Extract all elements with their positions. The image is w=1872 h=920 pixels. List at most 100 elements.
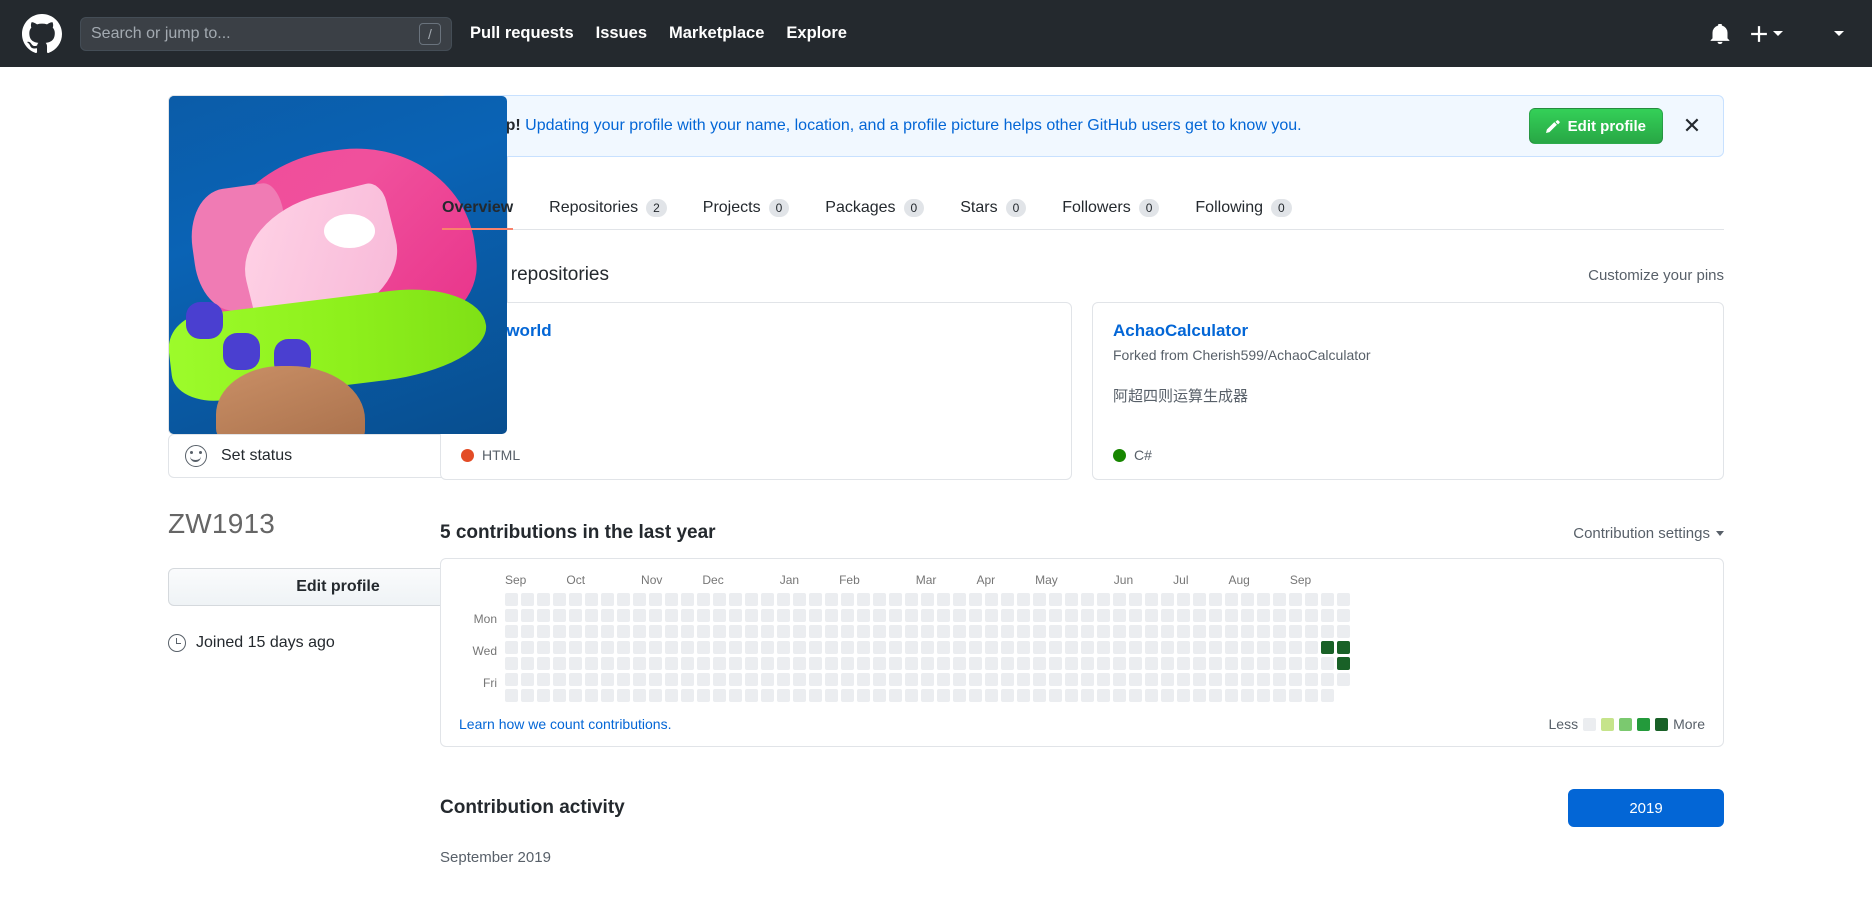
contribution-cell[interactable] <box>1033 625 1046 639</box>
contribution-cell[interactable] <box>953 689 966 703</box>
contribution-cell[interactable] <box>505 641 518 655</box>
contribution-cell[interactable] <box>1017 673 1030 687</box>
contribution-cell[interactable] <box>777 609 790 623</box>
contribution-cell[interactable] <box>985 673 998 687</box>
contribution-cell[interactable] <box>1177 673 1190 687</box>
contribution-cell[interactable] <box>681 593 694 607</box>
contribution-cell[interactable] <box>1097 673 1110 687</box>
contribution-cell[interactable] <box>953 657 966 671</box>
contribution-cell[interactable] <box>1177 641 1190 655</box>
contribution-cell[interactable] <box>617 689 630 703</box>
contribution-cell[interactable] <box>601 641 614 655</box>
contribution-cell[interactable] <box>985 641 998 655</box>
contribution-cell[interactable] <box>617 673 630 687</box>
contribution-cell[interactable] <box>1017 609 1030 623</box>
contribution-cell[interactable] <box>1113 657 1126 671</box>
contribution-cell[interactable] <box>1289 673 1302 687</box>
contribution-cell[interactable] <box>681 641 694 655</box>
contribution-cell[interactable] <box>809 689 822 703</box>
contribution-cell[interactable] <box>1209 673 1222 687</box>
contribution-cell[interactable] <box>921 625 934 639</box>
contribution-cell[interactable] <box>889 625 902 639</box>
contribution-cell[interactable] <box>1273 593 1286 607</box>
contribution-cell[interactable] <box>889 593 902 607</box>
contribution-cell[interactable] <box>665 689 678 703</box>
contribution-cell[interactable] <box>1241 593 1254 607</box>
contribution-cell[interactable] <box>1145 673 1158 687</box>
contribution-cell[interactable] <box>1305 689 1318 703</box>
contribution-cell[interactable] <box>697 593 710 607</box>
contribution-cell[interactable] <box>857 673 870 687</box>
close-icon[interactable]: ✕ <box>1679 113 1705 139</box>
contribution-cell[interactable] <box>1209 689 1222 703</box>
contribution-cell[interactable] <box>665 673 678 687</box>
contribution-cell[interactable] <box>1113 673 1126 687</box>
contribution-cell[interactable] <box>1289 609 1302 623</box>
contribution-cell[interactable] <box>809 641 822 655</box>
contribution-cell[interactable] <box>553 593 566 607</box>
contribution-cell[interactable] <box>1033 673 1046 687</box>
contribution-cell[interactable] <box>793 657 806 671</box>
contribution-cell[interactable] <box>841 625 854 639</box>
contribution-cell[interactable] <box>1273 625 1286 639</box>
contribution-cell[interactable] <box>585 625 598 639</box>
nav-explore[interactable]: Explore <box>786 24 847 43</box>
contribution-cell[interactable] <box>873 593 886 607</box>
contribution-cell[interactable] <box>1097 641 1110 655</box>
contribution-cell[interactable] <box>713 689 726 703</box>
contribution-cell[interactable] <box>569 609 582 623</box>
contribution-cell[interactable] <box>729 673 742 687</box>
contribution-cell[interactable] <box>729 641 742 655</box>
nav-marketplace[interactable]: Marketplace <box>669 24 764 43</box>
contribution-cell[interactable] <box>857 641 870 655</box>
contribution-cell[interactable] <box>921 689 934 703</box>
contribution-cell[interactable] <box>1321 657 1334 671</box>
contribution-cell[interactable] <box>585 641 598 655</box>
contribution-cell[interactable] <box>1145 689 1158 703</box>
contribution-cell[interactable] <box>1129 625 1142 639</box>
contribution-cell[interactable] <box>825 625 838 639</box>
contribution-cell[interactable] <box>681 657 694 671</box>
contribution-cell[interactable] <box>1049 689 1062 703</box>
contribution-cell[interactable] <box>633 657 646 671</box>
contribution-cell[interactable] <box>633 625 646 639</box>
contribution-cell[interactable] <box>1049 673 1062 687</box>
contribution-cell[interactable] <box>777 689 790 703</box>
contribution-cell[interactable] <box>761 625 774 639</box>
contribution-cell[interactable] <box>697 657 710 671</box>
contribution-cell[interactable] <box>601 609 614 623</box>
contribution-cell[interactable] <box>537 657 550 671</box>
contribution-cell[interactable] <box>1113 689 1126 703</box>
contribution-cell[interactable] <box>921 657 934 671</box>
contribution-cell[interactable] <box>1049 609 1062 623</box>
contribution-cell[interactable] <box>521 657 534 671</box>
contribution-settings-button[interactable]: Contribution settings <box>1573 525 1724 542</box>
contribution-cell[interactable] <box>857 593 870 607</box>
contribution-cell[interactable] <box>1225 625 1238 639</box>
contribution-cell[interactable] <box>1129 657 1142 671</box>
contribution-cell[interactable] <box>793 593 806 607</box>
contribution-cell[interactable] <box>521 609 534 623</box>
contribution-cell[interactable] <box>585 593 598 607</box>
contribution-cell[interactable] <box>889 609 902 623</box>
contribution-cell[interactable] <box>1097 593 1110 607</box>
nav-pull-requests[interactable]: Pull requests <box>470 24 574 43</box>
contribution-cell[interactable] <box>905 609 918 623</box>
contribution-cell[interactable] <box>793 673 806 687</box>
contribution-cell[interactable] <box>969 593 982 607</box>
contribution-cell[interactable] <box>1065 673 1078 687</box>
contribution-cell[interactable] <box>825 609 838 623</box>
contribution-cell[interactable] <box>505 673 518 687</box>
contribution-cell[interactable] <box>697 625 710 639</box>
contribution-cell[interactable] <box>537 673 550 687</box>
contribution-cell[interactable] <box>1273 657 1286 671</box>
contribution-cell[interactable] <box>697 641 710 655</box>
contribution-cell[interactable] <box>697 609 710 623</box>
contribution-cell[interactable] <box>1257 657 1270 671</box>
contribution-cell[interactable] <box>713 593 726 607</box>
avatar[interactable] <box>1803 21 1829 47</box>
contribution-cell[interactable] <box>1049 593 1062 607</box>
contribution-cell[interactable] <box>521 625 534 639</box>
contribution-cell[interactable] <box>777 673 790 687</box>
contribution-cell[interactable] <box>1225 689 1238 703</box>
